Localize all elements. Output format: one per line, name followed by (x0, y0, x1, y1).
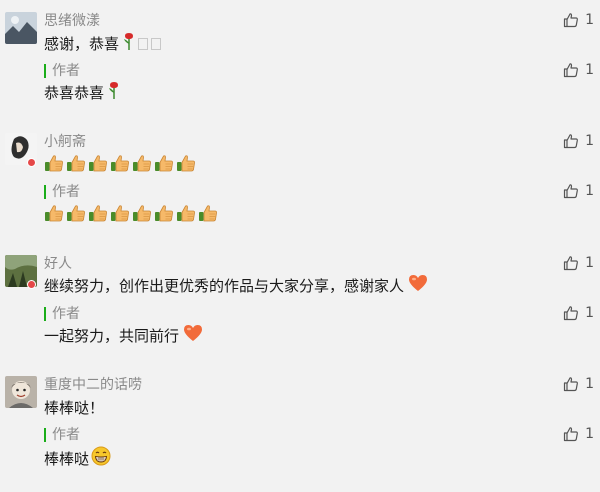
author-label: 作者 (52, 427, 80, 443)
reply-like-button[interactable]: 1 (563, 183, 594, 199)
commenter-name[interactable]: 思绪微漾 (44, 12, 100, 30)
comment-text-content: 棒棒哒！ (44, 399, 105, 417)
thumbs-up-outline-icon (563, 13, 579, 28)
reply-text: 恭喜恭喜 (44, 81, 120, 105)
author-indicator (44, 64, 46, 78)
comment-text: 感谢，恭喜 (44, 32, 162, 56)
thumbs-up-outline-icon (563, 256, 579, 271)
commenter-name[interactable]: 重度中二的话唠 (44, 376, 142, 394)
reply-like-button[interactable]: 1 (563, 426, 594, 442)
thumbs-up-emoji-icon (110, 153, 130, 179)
like-count: 1 (585, 426, 594, 442)
author-reply-label: 作者 (44, 305, 80, 323)
grinning-emoji-icon (91, 446, 111, 472)
commenter-name[interactable]: 好人 (44, 255, 72, 273)
author-reply-label: 作者 (44, 183, 80, 201)
thumbs-up-outline-icon (563, 427, 579, 442)
author-label: 作者 (52, 63, 80, 79)
author-label: 作者 (52, 184, 80, 200)
like-count: 1 (585, 12, 594, 28)
thumbs-up-outline-icon (563, 377, 579, 392)
thumbs-up-emoji-icon (154, 203, 174, 229)
comment-text (44, 153, 196, 179)
thumbs-up-emoji-icon (176, 203, 196, 229)
thumbs-up-emoji-icon (132, 203, 152, 229)
thumbs-up-emoji-icon (66, 203, 86, 229)
author-indicator (44, 307, 46, 321)
like-button[interactable]: 1 (563, 255, 594, 271)
like-count: 1 (585, 255, 594, 271)
like-button[interactable]: 1 (563, 133, 594, 149)
rose-icon (123, 32, 135, 56)
thumbs-up-emoji-icon (44, 153, 64, 179)
like-count: 1 (585, 62, 594, 78)
author-reply-label: 作者 (44, 62, 80, 80)
thumbs-up-emoji-row (44, 203, 218, 229)
heart-icon (408, 274, 428, 298)
author-indicator (44, 428, 46, 442)
comment-text-content: 继续努力，创作出更优秀的作品与大家分享，感谢家人 (44, 277, 405, 295)
reply-text: 一起努力，共同前行 (44, 324, 203, 348)
like-count: 1 (585, 305, 594, 321)
rose-icon (108, 81, 120, 105)
thumbs-up-emoji-icon (88, 203, 108, 229)
author-label: 作者 (52, 306, 80, 322)
reply-text: 棒棒哒 (44, 446, 111, 472)
status-dot (27, 158, 36, 167)
thumbs-up-emoji-icon (176, 153, 196, 179)
thumbs-up-emoji-icon (154, 153, 174, 179)
author-indicator (44, 185, 46, 199)
thumbs-up-emoji-icon (44, 203, 64, 229)
avatar[interactable] (5, 12, 37, 44)
thumbs-up-outline-icon (563, 63, 579, 78)
unknown-glyph-icon (138, 38, 149, 50)
thumbs-up-outline-icon (563, 184, 579, 199)
comment-text: 棒棒哒！ (44, 397, 104, 419)
thumbs-up-outline-icon (563, 134, 579, 149)
thumbs-up-emoji-icon (198, 203, 218, 229)
heart-icon (183, 324, 203, 348)
reply-like-button[interactable]: 1 (563, 305, 594, 321)
thumbs-up-outline-icon (563, 306, 579, 321)
thumbs-up-emoji-icon (110, 203, 130, 229)
thumbs-up-emoji-icon (66, 153, 86, 179)
like-count: 1 (585, 133, 594, 149)
like-count: 1 (585, 183, 594, 199)
unknown-glyph-icon (151, 38, 162, 50)
thumbs-up-emoji-row (44, 153, 196, 179)
reply-text-content: 棒棒哒 (44, 450, 90, 468)
reply-text (44, 203, 218, 229)
reply-text-content: 一起努力，共同前行 (44, 327, 180, 345)
comment-text-content: 感谢，恭喜 (44, 35, 120, 53)
avatar[interactable] (5, 376, 37, 408)
reply-text-content: 恭喜恭喜 (44, 84, 105, 102)
comment-text: 继续努力，创作出更优秀的作品与大家分享，感谢家人 (44, 274, 428, 298)
thumbs-up-emoji-icon (132, 153, 152, 179)
like-button[interactable]: 1 (563, 12, 594, 28)
thumbs-up-emoji-icon (88, 153, 108, 179)
author-reply-label: 作者 (44, 426, 80, 444)
like-count: 1 (585, 376, 594, 392)
like-button[interactable]: 1 (563, 376, 594, 392)
reply-like-button[interactable]: 1 (563, 62, 594, 78)
commenter-name[interactable]: 小舸斋 (44, 133, 86, 151)
status-dot (27, 280, 36, 289)
